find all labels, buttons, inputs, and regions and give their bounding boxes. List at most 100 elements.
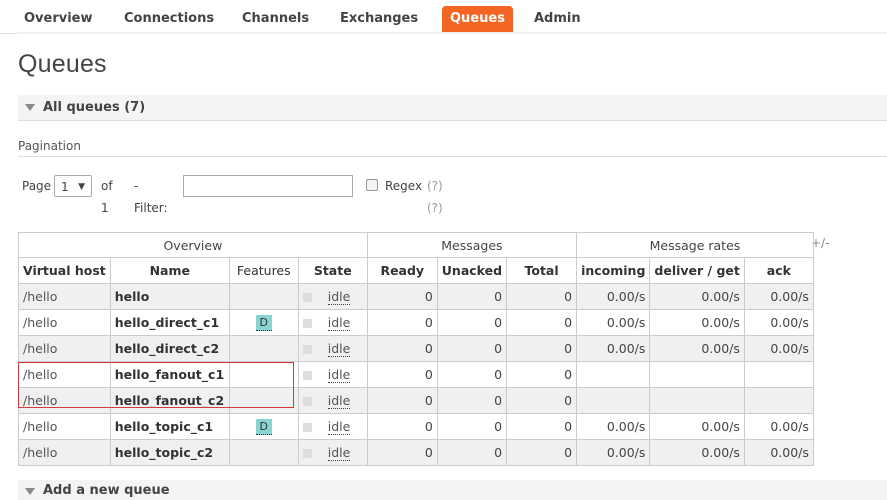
cell-ready: 0 xyxy=(366,309,438,336)
cell-state: idle xyxy=(297,335,368,362)
cell-state: idle xyxy=(297,439,368,466)
cell-ack: 0.00/s xyxy=(743,335,814,362)
tab-admin[interactable]: Admin xyxy=(526,6,589,32)
cell-incoming xyxy=(576,361,651,388)
queue-name-link[interactable]: hello_direct_c1 xyxy=(109,309,230,336)
cell-deliver xyxy=(649,361,745,388)
cell-ack: 0.00/s xyxy=(743,439,814,466)
cell-unacked: 0 xyxy=(436,387,508,414)
cell-features: D xyxy=(228,413,299,440)
cell-vhost: /hello xyxy=(18,361,111,388)
state-idle: idle xyxy=(327,445,351,461)
regex-label: Regex xyxy=(385,179,423,193)
state-idle: idle xyxy=(327,341,351,357)
group-messages: Messages xyxy=(366,232,578,258)
cell-vhost: /hello xyxy=(18,335,111,362)
cell-deliver: 0.00/s xyxy=(649,413,745,440)
col-state[interactable]: State xyxy=(297,257,368,284)
state-indicator-icon xyxy=(302,293,312,302)
cell-deliver: 0.00/s xyxy=(649,439,745,466)
cell-features xyxy=(228,335,299,362)
cell-ack: 0.00/s xyxy=(743,413,814,440)
queue-name-link[interactable]: hello_fanout_c1 xyxy=(109,361,230,388)
tab-channels[interactable]: Channels xyxy=(234,6,317,32)
state-idle: idle xyxy=(327,393,351,409)
pagination-label: Pagination xyxy=(18,139,81,153)
col-name[interactable]: Name xyxy=(109,257,230,284)
group-overview: Overview xyxy=(18,232,368,258)
state-indicator-icon xyxy=(302,449,312,458)
all-queues-header[interactable]: All queues (7) xyxy=(18,95,887,121)
tab-queues[interactable]: Queues xyxy=(442,6,513,32)
table-row: /hello hello_fanout_c1 idle 0 0 0 xyxy=(18,361,814,388)
cell-ready: 0 xyxy=(366,439,438,466)
chevron-down-icon: ▼ xyxy=(78,182,85,192)
cell-deliver: 0.00/s xyxy=(649,335,745,362)
cell-ack xyxy=(743,361,814,388)
cell-total: 0 xyxy=(506,283,578,310)
cell-state: idle xyxy=(297,309,368,336)
col-features: Features xyxy=(228,257,299,284)
cell-incoming: 0.00/s xyxy=(576,413,651,440)
add-queue-header[interactable]: Add a new queue xyxy=(18,480,887,500)
collapse-triangle-icon xyxy=(25,488,35,495)
regex-help-links[interactable]: (?)(?) xyxy=(427,175,443,219)
cell-state: idle xyxy=(297,413,368,440)
cell-state: idle xyxy=(297,387,368,414)
state-indicator-icon xyxy=(302,345,312,354)
state-idle: idle xyxy=(327,419,351,435)
table-row: /hello hello_direct_c2 idle 0 0 0 0.00/s… xyxy=(18,335,814,362)
add-queue-title: Add a new queue xyxy=(43,483,170,498)
page-select[interactable]: 1 ▼ xyxy=(54,175,92,197)
queue-name-link[interactable]: hello xyxy=(109,283,230,310)
cell-incoming: 0.00/s xyxy=(576,335,651,362)
tab-connections[interactable]: Connections xyxy=(116,6,222,32)
cell-total: 0 xyxy=(506,387,578,414)
tab-overview[interactable]: Overview xyxy=(16,6,101,32)
state-indicator-icon xyxy=(302,423,312,432)
filter-input[interactable] xyxy=(183,175,353,197)
top-nav: Overview Connections Channels Exchanges … xyxy=(0,0,887,34)
durable-badge: D xyxy=(255,419,272,435)
state-indicator-icon xyxy=(302,371,312,380)
cell-vhost: /hello xyxy=(18,413,111,440)
state-idle: idle xyxy=(327,315,351,331)
col-deliver-get[interactable]: deliver / get xyxy=(649,257,745,284)
cell-vhost: /hello xyxy=(18,439,111,466)
cell-deliver xyxy=(649,387,745,414)
col-total[interactable]: Total xyxy=(506,257,578,284)
cell-ready: 0 xyxy=(366,283,438,310)
cell-ack: 0.00/s xyxy=(743,283,814,310)
cell-unacked: 0 xyxy=(436,309,508,336)
cell-features xyxy=(228,361,299,388)
cell-features xyxy=(228,439,299,466)
cell-state: idle xyxy=(297,361,368,388)
queue-name-link[interactable]: hello_direct_c2 xyxy=(109,335,230,362)
state-idle: idle xyxy=(327,367,351,383)
col-virtual-host[interactable]: Virtual host xyxy=(18,257,111,284)
queue-name-link[interactable]: hello_fanout_c2 xyxy=(109,387,230,414)
regex-checkbox[interactable] xyxy=(366,179,378,191)
cell-unacked: 0 xyxy=(436,335,508,362)
cell-ready: 0 xyxy=(366,387,438,414)
col-unacked[interactable]: Unacked xyxy=(436,257,508,284)
queue-name-link[interactable]: hello_topic_c2 xyxy=(109,439,230,466)
cell-features xyxy=(228,387,299,414)
table-row: /hello hello_topic_c1 D idle 0 0 0 0.00/… xyxy=(18,413,814,440)
cell-deliver: 0.00/s xyxy=(649,283,745,310)
queue-name-link[interactable]: hello_topic_c1 xyxy=(109,413,230,440)
col-incoming[interactable]: incoming xyxy=(576,257,651,284)
state-indicator-icon xyxy=(302,319,312,328)
tab-exchanges[interactable]: Exchanges xyxy=(332,6,426,32)
cell-total: 0 xyxy=(506,439,578,466)
cell-ready: 0 xyxy=(366,335,438,362)
col-ready[interactable]: Ready xyxy=(366,257,438,284)
cell-unacked: 0 xyxy=(436,413,508,440)
state-indicator-icon xyxy=(302,397,312,406)
cell-vhost: /hello xyxy=(18,387,111,414)
group-message-rates: Message rates xyxy=(576,232,814,258)
col-ack[interactable]: ack xyxy=(743,257,814,284)
queues-table: Overview Messages Message rates Virtual … xyxy=(18,232,814,466)
table-row: /hello hello_topic_c2 idle 0 0 0 0.00/s … xyxy=(18,439,814,466)
cell-ack: 0.00/s xyxy=(743,309,814,336)
